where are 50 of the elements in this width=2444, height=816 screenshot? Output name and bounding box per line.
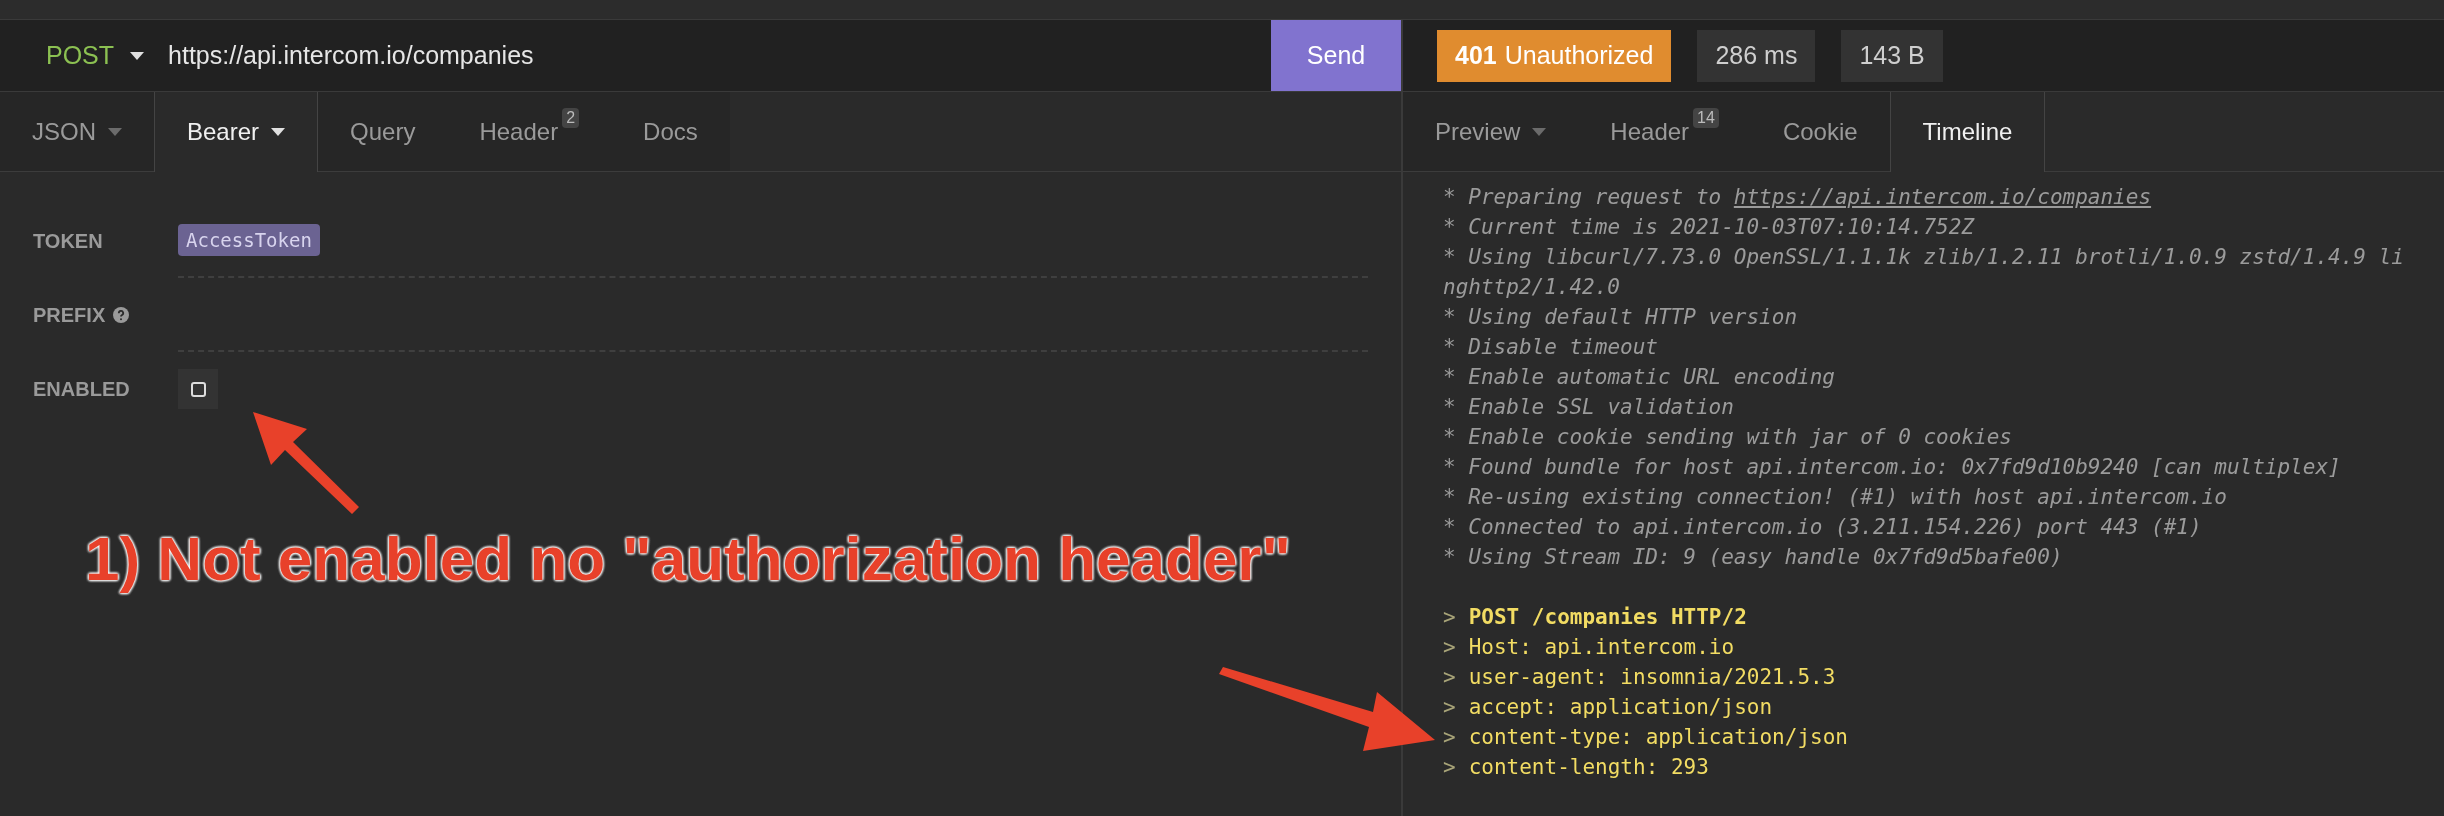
log-line: * Found bundle for host api.intercom.io: 0x7fd9d10b9240 [can multiplex] — [1443, 454, 2342, 481]
log-line: * Disable timeout — [1443, 334, 1659, 361]
tab[interactable]: Header 14 — [1578, 92, 1751, 172]
log-line: user-agent: insomnia/2021.5.3 — [1468, 664, 1836, 691]
field-label: TOKEN — [33, 229, 103, 254]
tab[interactable]: Timeline — [1889, 92, 2046, 172]
log-line: * Enable cookie sending with jar of 0 cookies — [1443, 424, 2013, 451]
annotation-text: 1) Not enabled no "authorization header" — [85, 523, 1291, 595]
tab[interactable]: Preview — [1403, 92, 1579, 172]
prompt-marker: > — [1443, 754, 1456, 781]
tab[interactable]: Bearer — [154, 92, 319, 172]
count-badge: 2 — [562, 108, 580, 128]
log-line: * Enable SSL validation — [1443, 394, 1735, 421]
time-badge: 286 ms — [1697, 29, 1816, 82]
log-line: * Current time is 2021-10-03T07:10:14.752Z — [1443, 214, 1976, 241]
count-badge: 14 — [1693, 108, 1719, 128]
tab[interactable]: JSON — [0, 92, 154, 172]
prompt-marker: > — [1443, 604, 1456, 631]
send-button[interactable]: Send — [1271, 20, 1401, 91]
log-line: content-type: application/json — [1468, 724, 1848, 751]
status-badge: 401 Unauthorized — [1437, 29, 1672, 82]
log-line: Host: api.intercom.io — [1468, 634, 1735, 661]
log-line: content-length: 293 — [1468, 754, 1709, 781]
caret-icon — [130, 51, 145, 60]
log-line: * Using default HTTP version — [1443, 304, 1799, 331]
log-line: accept: application/json — [1468, 694, 1773, 721]
tab[interactable]: Docs — [611, 92, 730, 172]
log-line: * Using Stream ID: 9 (easy handle 0x7fd9d5bafe00) — [1443, 544, 2064, 571]
log-line: POST /companies HTTP/2 — [1468, 604, 1747, 631]
tab[interactable]: Header 2 — [447, 92, 612, 172]
log-line: * Enable automatic URL encoding — [1443, 364, 1836, 391]
tab[interactable]: Query — [318, 92, 448, 172]
tab[interactable]: Cookie — [1750, 92, 1890, 172]
prompt-marker: > — [1443, 724, 1456, 751]
log-line: * Using libcurl/7.73.0 OpenSSL/1.1.1k zlib/1.2.11 brotli/1.0.9 zstd/1.4.9 li — [1443, 244, 2405, 271]
size-badge: 143 B — [1841, 29, 1943, 82]
log-line: * Connected to api.intercom.io (3.211.154.226) port 443 (#1) — [1443, 514, 2203, 541]
field-label: ENABLED — [33, 377, 130, 402]
prompt-marker: > — [1443, 694, 1456, 721]
method-dropdown[interactable]: POST — [0, 20, 169, 91]
url-link[interactable]: https://api.intercom.io/companies — [1733, 185, 2152, 209]
url-field[interactable]: https://api.intercom.io/companies — [168, 36, 1271, 75]
token-tag[interactable]: AccessToken — [178, 223, 320, 257]
log-line: * Re-using existing connection! (#1) with host api.intercom.io — [1443, 484, 2228, 511]
checkbox[interactable] — [190, 381, 206, 397]
log-line: * Preparing request to https://api.intercom.io/companies — [1443, 184, 2153, 211]
prompt-marker: > — [1443, 634, 1456, 661]
prompt-marker: > — [1443, 664, 1456, 691]
log-line: nghttp2/1.42.0 — [1443, 274, 1621, 301]
field-label: PREFIX — [33, 303, 106, 328]
